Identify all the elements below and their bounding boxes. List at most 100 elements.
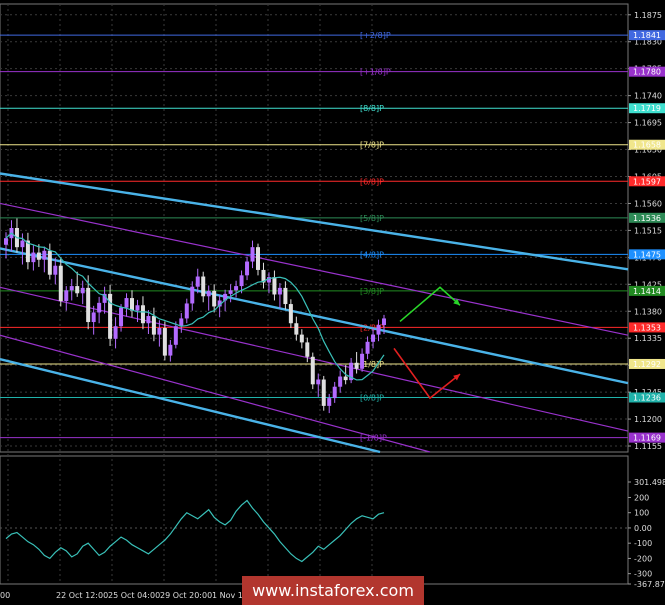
murray-level-label: [+2/8]P	[360, 31, 391, 40]
indicator-tick-label: 301.498	[634, 478, 665, 487]
indicator-pane-frame	[0, 455, 629, 585]
murray-level-price: 1.1414	[633, 287, 661, 296]
candle-body	[53, 265, 58, 275]
candle-body	[343, 376, 348, 381]
murray-level-price: 1.1536	[633, 214, 661, 223]
candle-body	[365, 341, 370, 354]
murray-level-label: [4/8]P	[360, 250, 384, 259]
price-tick-label: 1.1200	[634, 415, 662, 424]
moving-average-line	[5, 232, 385, 381]
candle-body	[80, 287, 85, 294]
candle-body	[321, 379, 326, 406]
candle-body	[75, 286, 80, 294]
candle-body	[316, 379, 321, 385]
candle-body	[58, 265, 63, 302]
murray-level-price: 1.1169	[633, 434, 661, 443]
candle-body	[288, 304, 293, 324]
murray-level-price: 1.1236	[633, 393, 661, 402]
indicator-tick-label: 100	[634, 509, 649, 518]
candle-body	[168, 344, 173, 356]
candle-body	[327, 398, 332, 406]
candle-body	[294, 323, 299, 335]
indicator-tick-label: 200	[634, 493, 649, 502]
murray-level-price: 1.1658	[633, 141, 661, 150]
candle-body	[283, 287, 288, 305]
indicator-tick-label: -300	[634, 570, 652, 579]
candle-body	[305, 342, 310, 357]
time-tick-label: 22 Oct 12:00	[56, 591, 108, 600]
candle-body	[212, 290, 217, 307]
candle-body	[376, 325, 381, 335]
murray-level-price: 1.1475	[633, 250, 661, 259]
candle-body	[140, 305, 145, 324]
candle-body	[310, 356, 315, 385]
time-tick-label: 25 Oct 04:00	[108, 591, 160, 600]
price-tick-label: 1.1560	[634, 199, 662, 208]
candle-body	[272, 277, 277, 295]
candle-body	[206, 290, 211, 297]
murray-level-price: 1.1292	[633, 360, 661, 369]
murray-level-label: [3/8]P	[360, 287, 384, 296]
candlestick-chart: 1.18751.18301.17851.17401.16951.16501.16…	[0, 3, 665, 600]
candle-body	[162, 328, 167, 356]
candle-body	[86, 287, 91, 323]
murray-level-label: [5/8]P	[360, 214, 384, 223]
candle-body	[130, 298, 134, 311]
murray-level-price: 1.1597	[633, 177, 661, 186]
candle-body	[245, 261, 250, 276]
murray-level-label: [-1/8]P	[360, 434, 387, 443]
price-tick-label: 1.1740	[634, 92, 662, 101]
indicator-tick-label: -200	[634, 554, 652, 563]
candle-body	[338, 376, 343, 387]
watermark: www.instaforex.com	[242, 576, 424, 605]
candle-body	[360, 353, 365, 369]
murray-level-label: [0/8]P	[360, 393, 384, 402]
candle-body	[371, 334, 376, 342]
candle-body	[190, 286, 195, 304]
murray-level-price: 1.1719	[633, 104, 661, 113]
candle-body	[64, 290, 69, 302]
indicator-tick-label: -367.870	[634, 580, 665, 589]
candle-body	[179, 318, 184, 327]
price-tick-label: 1.1380	[634, 307, 662, 316]
indicator-tick-label: -100	[634, 539, 652, 548]
time-tick-label: 00	[0, 591, 10, 600]
candle-body	[250, 247, 255, 262]
murray-level-price: 1.1780	[633, 68, 661, 77]
candle-body	[31, 252, 36, 263]
candle-body	[234, 286, 239, 291]
time-tick-label: 29 Oct 20:00	[160, 591, 212, 600]
murray-level-price: 1.1841	[633, 31, 661, 40]
candle-body	[354, 362, 359, 369]
murray-level-label: [6/8]P	[360, 177, 384, 186]
candle-body	[299, 334, 304, 343]
price-tick-label: 1.1515	[634, 226, 662, 235]
candle-body	[201, 276, 206, 297]
candle-body	[36, 252, 41, 260]
candle-body	[69, 286, 74, 291]
murray-level-label: [7/8]P	[360, 141, 384, 150]
candle-body	[124, 298, 129, 308]
candle-body	[97, 302, 102, 313]
candle-body	[277, 287, 282, 295]
candle-body	[256, 247, 260, 270]
candle-body	[228, 290, 233, 294]
candle-body	[157, 328, 162, 335]
candle-body	[47, 250, 52, 275]
candle-body	[151, 316, 156, 335]
candle-body	[4, 238, 8, 245]
price-tick-label: 1.1875	[634, 11, 662, 20]
candle-body	[146, 316, 151, 324]
price-tick-label: 1.1695	[634, 119, 662, 128]
price-tick-label: 1.1155	[634, 442, 662, 451]
candle-body	[184, 303, 189, 319]
candle-body	[113, 326, 118, 339]
candle-body	[195, 276, 200, 287]
murray-level-label: [+1/8]P	[360, 68, 391, 77]
indicator-tick-label: 0.00	[634, 524, 652, 533]
indicator-line	[5, 499, 385, 563]
price-tick-label: 1.1335	[634, 334, 662, 343]
candle-body	[239, 275, 244, 287]
candle-body	[42, 250, 47, 260]
candle-body	[91, 312, 96, 323]
